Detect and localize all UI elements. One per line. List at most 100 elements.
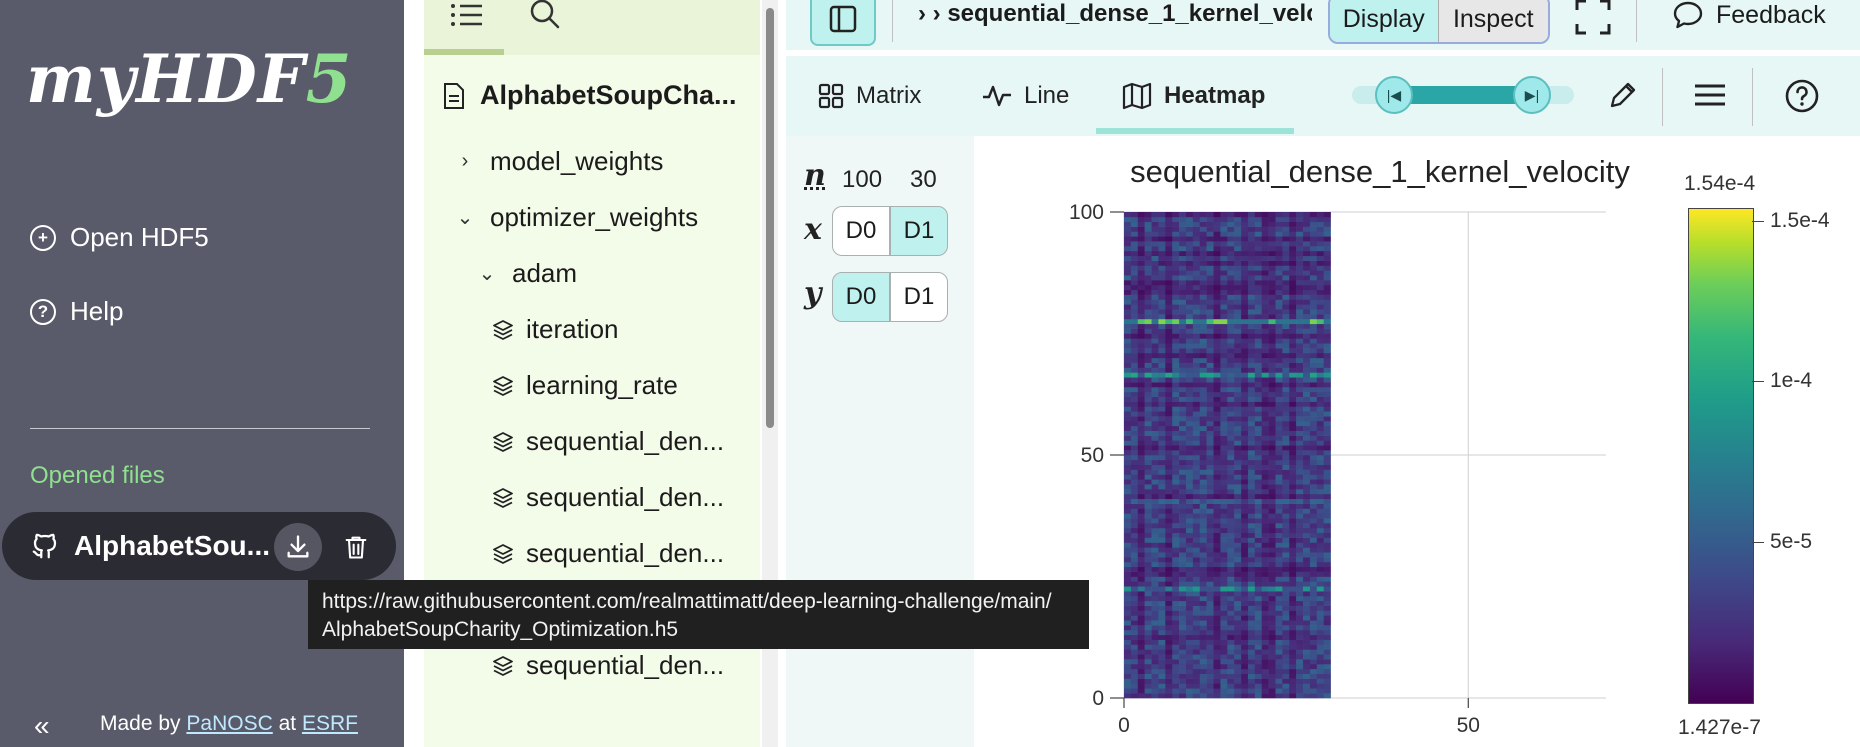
heatmap-cell (1303, 372, 1311, 378)
explorer-scrollbar-thumb[interactable] (766, 8, 774, 428)
heatmap-cell (1220, 309, 1228, 315)
slider-min-handle[interactable]: |◀ (1375, 76, 1413, 114)
display-mode-button[interactable]: Display (1330, 0, 1438, 42)
tree-dataset-item[interactable]: sequential_den... (492, 538, 724, 569)
x-axis-d0-button[interactable]: D0 (832, 206, 890, 256)
tree-group-item[interactable]: › model_weights (454, 146, 664, 177)
slider-max-handle[interactable]: ▶| (1513, 76, 1551, 114)
heatmap-cell (1137, 445, 1145, 451)
heatmap-cell (1323, 639, 1331, 645)
heatmap-cell (1268, 406, 1276, 412)
opened-file-item[interactable]: AlphabetSou... (2, 512, 396, 580)
heatmap-cell (1124, 246, 1132, 252)
y-axis-d0-button[interactable]: D0 (832, 272, 890, 322)
tree-dataset-item[interactable]: sequential_den... (492, 426, 724, 457)
heatmap-cell (1289, 605, 1297, 611)
heatmap-cell (1220, 693, 1228, 699)
heatmap-cell (1261, 479, 1269, 485)
heatmap-cell (1185, 270, 1194, 276)
heatmap-cell (1241, 216, 1249, 223)
tree-dataset-item[interactable]: learning_rate (492, 370, 678, 401)
heatmap-cell (1254, 489, 1263, 495)
heatmap-cell (1309, 523, 1318, 529)
tab-heatmap[interactable]: Heatmap (1122, 56, 1265, 136)
heatmap-cell (1227, 352, 1235, 359)
help-link[interactable]: ? Help (30, 296, 123, 327)
heatmap-cell (1185, 673, 1194, 679)
tree-group-item[interactable]: ⌄ optimizer_weights (454, 202, 698, 233)
heatmap-cell (1241, 372, 1249, 378)
heatmap-cell (1234, 333, 1242, 339)
heatmap-cell (1227, 289, 1235, 295)
tree-group-item[interactable]: ⌄ adam (476, 258, 577, 289)
tree-dataset-item[interactable]: sequential_den... (492, 482, 724, 513)
heatmap-cell (1206, 309, 1214, 315)
heatmap-cell (1185, 401, 1194, 407)
heatmap-cell (1282, 527, 1290, 534)
heatmap-cell (1206, 629, 1214, 636)
heatmap-cell (1282, 386, 1290, 393)
heatmap-cell (1268, 382, 1276, 388)
heatmap-cell (1144, 527, 1152, 534)
search-icon[interactable] (528, 0, 562, 30)
heatmap-cell (1124, 547, 1132, 553)
heatmap-cell (1234, 299, 1242, 305)
heatmap-cell (1179, 625, 1187, 631)
remove-file-button[interactable] (332, 523, 380, 571)
heatmap-cell (1254, 260, 1263, 266)
heatmap-cell (1192, 357, 1201, 363)
heatmap-cell (1213, 226, 1221, 232)
y-axis-d1-button[interactable]: D1 (890, 272, 948, 322)
heatmap-cell (1213, 323, 1221, 329)
heatmap-cell (1227, 416, 1235, 422)
heatmap-cell (1268, 216, 1276, 223)
heatmap-cell (1185, 595, 1194, 602)
heatmap-cell (1227, 484, 1235, 490)
tree-file-root[interactable]: AlphabetSoupCha... (442, 80, 737, 111)
heatmap-cell (1144, 639, 1152, 645)
heatmap-cell (1254, 333, 1263, 339)
heatmap-cell (1316, 508, 1324, 514)
toggle-explorer-button[interactable] (810, 0, 876, 46)
heatmap-cell (1179, 280, 1187, 286)
heatmap-cell (1137, 542, 1145, 548)
heatmap-cell (1220, 474, 1228, 480)
tree-dataset-item[interactable]: iteration (492, 314, 619, 345)
heatmap-cell (1172, 406, 1180, 412)
open-hdf5-link[interactable]: + Open HDF5 (30, 222, 209, 253)
menu-icon[interactable] (1692, 78, 1728, 112)
heatmap-cell (1199, 605, 1207, 611)
heatmap-cell (1247, 469, 1256, 475)
heatmap-cell (1309, 435, 1318, 441)
fullscreen-icon[interactable] (1574, 0, 1612, 36)
heatmap-cell (1206, 455, 1214, 461)
heatmap-cell (1192, 352, 1201, 359)
heatmap-cell (1179, 659, 1187, 665)
heatmap-cell (1309, 372, 1318, 378)
download-button[interactable] (274, 523, 322, 571)
heatmap-cell (1199, 620, 1207, 626)
tab-line[interactable]: Line (982, 56, 1069, 136)
list-icon[interactable] (448, 2, 486, 32)
feedback-button[interactable]: Feedback (1672, 0, 1826, 30)
pencil-icon[interactable] (1606, 78, 1640, 112)
heatmap-cell (1185, 221, 1194, 227)
heatmap-cell (1234, 455, 1242, 461)
esrf-link[interactable]: ESRF (302, 712, 358, 735)
tree-dataset-item[interactable]: sequential_den... (492, 650, 724, 681)
heatmap-cell (1227, 406, 1235, 412)
heatmap-cell (1220, 489, 1228, 495)
heatmap-cell (1130, 362, 1139, 368)
x-axis-d1-button[interactable]: D1 (890, 206, 948, 256)
collapse-sidebar-button[interactable]: « (34, 710, 50, 742)
heatmap-cell (1151, 435, 1159, 441)
heatmap-cell (1323, 265, 1331, 271)
heatmap-cell (1151, 284, 1159, 291)
heatmap-cell (1316, 304, 1324, 310)
panosc-link[interactable]: PaNOSC (186, 712, 272, 735)
inspect-mode-button[interactable]: Inspect (1437, 0, 1548, 42)
heatmap-cell (1316, 216, 1324, 223)
heatmap-cell (1282, 420, 1290, 427)
tab-matrix[interactable]: Matrix (818, 56, 921, 136)
help-circle-icon[interactable] (1784, 78, 1820, 114)
